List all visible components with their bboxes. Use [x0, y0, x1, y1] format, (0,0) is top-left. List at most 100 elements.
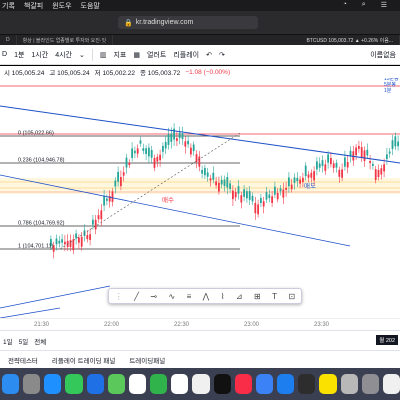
path-tool-icon[interactable]: ⌇ [221, 292, 225, 301]
candle-body [111, 191, 114, 202]
candle-body [243, 189, 245, 197]
candle-body [170, 133, 173, 142]
candle-body [296, 177, 299, 182]
tab-tradingview[interactable]: D [0, 35, 17, 45]
interval-4h-button[interactable]: 4시간 [55, 50, 72, 60]
projection-icon[interactable]: ⊿ [236, 292, 243, 301]
candle-body [55, 238, 58, 245]
fib-tool-icon[interactable]: ≡ [187, 292, 192, 301]
tab-btcusd[interactable]: BTCUSD 105,003.72 ▲ +0.26% 이음... [300, 35, 400, 45]
indicators-button[interactable]: 지표 [113, 50, 126, 60]
reminders-icon[interactable] [192, 374, 210, 394]
replay-button[interactable]: 리플레이 [173, 50, 199, 60]
settings-icon[interactable] [361, 374, 379, 394]
candle-body [355, 147, 357, 156]
interval-1h-button[interactable]: 1시간 [31, 50, 48, 60]
facetime-icon[interactable] [150, 374, 168, 394]
range-5d-button[interactable]: 5일 [19, 336, 29, 346]
menu-help[interactable]: 도움말 [81, 1, 100, 11]
text-tool-icon[interactable]: T [272, 292, 277, 301]
search-icon[interactable]: ⌕ [362, 1, 366, 9]
candle-body [268, 194, 271, 198]
ohlc-high: 고 105,005.24 [49, 70, 90, 77]
finder-icon[interactable] [2, 374, 20, 394]
candle-body [220, 179, 223, 185]
tab-blind[interactable]: 항상 | 블라인드 업종별로 투자와 요진·잇 [17, 35, 114, 45]
music-icon[interactable] [234, 374, 252, 394]
candle-body [150, 150, 153, 158]
redo-icon[interactable]: ↷ [219, 51, 225, 59]
time-tick: 21:30 [34, 322, 50, 328]
messages-icon[interactable] [65, 374, 83, 394]
tv-icon[interactable] [213, 374, 231, 394]
candle-body [318, 163, 321, 168]
candle-body [134, 150, 136, 154]
interval-1m-button[interactable]: 1분 [14, 50, 24, 60]
keynote-icon[interactable] [255, 374, 274, 394]
candle-body [327, 154, 329, 163]
candle-body [274, 186, 276, 195]
pattern-tool-icon[interactable]: ⋀ [203, 292, 210, 301]
candle-body [372, 163, 374, 166]
appstore-icon[interactable] [277, 374, 295, 394]
kakao-t-icon[interactable] [298, 374, 316, 394]
maps-icon[interactable] [107, 374, 125, 394]
menu-window[interactable]: 윈도우 [52, 1, 71, 11]
symbol-label[interactable]: D [2, 51, 7, 58]
candle-body [360, 147, 363, 158]
line-tool-icon[interactable]: ╱ [134, 292, 139, 301]
candle-body [75, 233, 77, 239]
templates-icon[interactable]: ▦ [133, 51, 140, 59]
safari-icon[interactable] [44, 374, 62, 394]
range-all-button[interactable]: 전체 [34, 336, 46, 346]
mail-icon[interactable] [86, 374, 104, 394]
address-bar[interactable]: 🔒 kr.tradingview.com [118, 16, 258, 29]
candle-body [265, 192, 268, 200]
candle-body [114, 180, 117, 187]
candle-body [304, 165, 307, 177]
candle-body [226, 176, 229, 188]
candle-body [139, 140, 142, 144]
candle-body [330, 158, 332, 165]
alert-button[interactable]: 얼러트 [147, 50, 166, 60]
time-axis[interactable]: 21:30 22:00 22:30 23:00 23:30 [0, 318, 400, 330]
drag-handle-icon[interactable]: ⋮ [115, 292, 123, 301]
horizontal-ray-icon[interactable]: ⊸ [150, 292, 157, 301]
range-1d-button[interactable]: 1일 [3, 336, 13, 346]
chevron-down-icon[interactable]: ⌄ [79, 51, 85, 59]
chrome-icon[interactable] [382, 374, 400, 394]
ohlc-low: 저 105,002.22 [94, 70, 135, 77]
candle-body [190, 147, 192, 155]
undo-icon[interactable]: ↶ [206, 51, 212, 59]
brush-icon[interactable]: ∿ [168, 292, 175, 301]
menu-history[interactable]: 기록 [2, 1, 15, 11]
calendar-icon[interactable] [171, 374, 189, 394]
menu-bookmarks[interactable]: 책갈피 [24, 1, 43, 11]
right-label: 1분 [384, 88, 392, 94]
kakaotalk-icon[interactable] [319, 374, 337, 394]
chart-canvas[interactable]: 0 (105,022.66) 0.236 (104,946.78) 0.786 (1… [0, 78, 400, 318]
bottom-panel-tabs: 전략테스터 리플레이 트레이딩 패널 트레이딩패널 [0, 350, 400, 368]
wifi-icon[interactable]: ◔ [343, 1, 347, 9]
candle-body [153, 157, 156, 168]
candle-body [366, 149, 369, 156]
candle-body [251, 195, 254, 202]
candle-body [198, 156, 201, 167]
candle-body [145, 148, 147, 155]
launchpad-icon[interactable] [23, 374, 41, 394]
tab-replay-trading[interactable]: 리플레이 트레이딩 패널 [52, 355, 115, 365]
ruler-icon[interactable]: ⊡ [288, 292, 295, 301]
tab-label: 항상 | 블라인드 업종별로 투자와 요진·잇 [22, 37, 107, 44]
contacts-icon[interactable] [340, 374, 358, 394]
macos-menubar: 기록 책갈피 윈도우 도움말 ◔ ⌕ ☰ [0, 0, 400, 11]
tab-strategy-tester[interactable]: 전략테스터 [8, 355, 38, 365]
measure-icon[interactable]: ⊞ [254, 292, 261, 301]
photos-icon[interactable] [128, 374, 147, 394]
candle-body [316, 161, 318, 170]
control-center-icon[interactable]: ☰ [381, 1, 387, 9]
layout-name[interactable]: 이름없음 [370, 50, 396, 60]
tab-trading-panel[interactable]: 트레이딩패널 [129, 355, 165, 365]
candle-type-icon[interactable]: ▥ [100, 51, 107, 59]
price-chart[interactable]: 0 (105,022.66) 0.236 (104,946.78) 0.786 (1… [0, 78, 400, 318]
candle-body [64, 241, 66, 245]
